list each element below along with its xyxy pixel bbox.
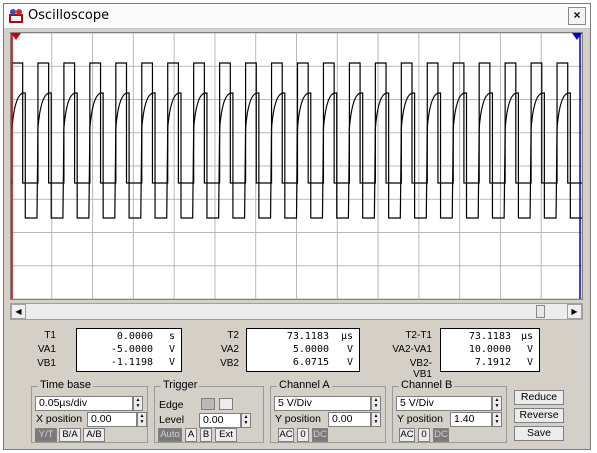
va2-label: VA2	[220, 344, 239, 355]
channel-a-ypos-spinner[interactable]: ▲ ▼	[371, 412, 381, 427]
vb2-unit: V	[346, 357, 353, 368]
save-button[interactable]: Save	[514, 426, 564, 441]
timebase-title: Time base	[38, 379, 93, 391]
trigger-a-button[interactable]: A	[185, 428, 197, 442]
mode-yt-button[interactable]: Y/T	[35, 428, 57, 442]
channel-b-scale-field[interactable]: 5 V/Div	[396, 396, 492, 411]
va1-label: VA1	[37, 344, 56, 355]
diff-va-unit: V	[526, 344, 533, 355]
falling-edge-icon[interactable]	[219, 398, 233, 410]
timebase-field[interactable]: 0.05µs/div	[35, 396, 133, 411]
diff-value-box: 73.1183 µs 10.0000 V 7.1912 V	[440, 328, 540, 372]
channel-b-ypos-label: Y position	[397, 413, 443, 425]
reduce-button[interactable]: Reduce	[514, 390, 564, 405]
waveform-display	[10, 32, 583, 300]
level-label: Level	[159, 414, 185, 426]
scope-screen[interactable]	[10, 32, 583, 300]
mode-ab-button[interactable]: A/B	[83, 428, 105, 442]
horizontal-scrollbar[interactable]: ◀ ▶	[10, 303, 583, 320]
vb1-label: VB1	[37, 358, 56, 369]
readout-t2: T2 VA2 VB2 73.1183 µs 5.0000 V 6.0715 V	[204, 328, 374, 376]
vb2-label: VB2	[220, 358, 239, 369]
window-title: Oscilloscope	[28, 8, 110, 23]
diff-va-value: 10.0000	[468, 344, 511, 355]
channel-a-title: Channel A	[277, 379, 332, 391]
va2-unit: V	[346, 344, 353, 355]
oscilloscope-window: Oscilloscope × ◀ ▶ T1 VA1 VB1 0.0000 s -…	[3, 3, 591, 450]
va1-value: -5.0000	[110, 344, 153, 355]
vb1-unit: V	[168, 357, 175, 368]
t2-value: 73.1183	[286, 331, 329, 342]
channel-b-title: Channel B	[399, 379, 455, 391]
channel-b-ac-button[interactable]: AC	[399, 428, 415, 442]
edge-label: Edge	[159, 399, 184, 411]
channel-b-group: Channel B 5 V/Div ▲ ▼ Y position 1.40 ▲ ▼ …	[392, 379, 507, 443]
channel-a-zero-button[interactable]: 0	[297, 428, 309, 442]
level-field[interactable]: 0.00	[199, 413, 241, 428]
close-button[interactable]: ×	[568, 7, 586, 25]
va1-unit: V	[168, 344, 175, 355]
timebase-spinner[interactable]: ▲ ▼	[133, 396, 143, 411]
scroll-right-button[interactable]: ▶	[567, 304, 582, 319]
va2-value: 5.0000	[292, 344, 329, 355]
diff-t-label: T2-T1	[405, 330, 432, 341]
vb1-value: -1.1198	[110, 357, 153, 368]
trigger-b-button[interactable]: B	[200, 428, 212, 442]
oscilloscope-app-icon	[9, 9, 23, 23]
t1-unit: s	[168, 331, 175, 342]
channel-b-zero-button[interactable]: 0	[418, 428, 430, 442]
channel-a-ypos-label: Y position	[275, 413, 321, 425]
diff-va-label: VA2-VA1	[392, 344, 432, 355]
diff-t-value: 73.1183	[468, 331, 511, 342]
channel-a-group: Channel A 5 V/Div ▲ ▼ Y position 0.00 ▲ ▼ …	[270, 379, 386, 443]
trigger-auto-button[interactable]: Auto	[158, 428, 182, 442]
xpos-spinner[interactable]: ▲ ▼	[137, 412, 147, 427]
channel-a-ac-button[interactable]: AC	[278, 428, 294, 442]
diff-vb-label: VB2-VB1	[409, 358, 432, 380]
channel-a-dc-button[interactable]: DC	[312, 428, 328, 442]
diff-vb-unit: V	[526, 357, 533, 368]
reverse-button[interactable]: Reverse	[514, 408, 564, 423]
scroll-thumb[interactable]	[536, 305, 545, 318]
mode-ba-button[interactable]: B/A	[59, 428, 81, 442]
scroll-left-button[interactable]: ◀	[11, 304, 26, 319]
channel-b-ypos-spinner[interactable]: ▲ ▼	[492, 412, 502, 427]
channel-a-scale-spinner[interactable]: ▲ ▼	[371, 396, 381, 411]
t2-label: T2	[227, 330, 239, 341]
t2-value-box: 73.1183 µs 5.0000 V 6.0715 V	[246, 328, 360, 372]
timebase-group: Time base 0.05µs/div ▲ ▼ X position 0.00 …	[31, 379, 148, 443]
t1-label: T1	[44, 330, 56, 341]
t1-value: 0.0000	[116, 331, 153, 342]
t2-unit: µs	[340, 331, 353, 342]
trigger-ext-button[interactable]: Ext	[215, 428, 237, 442]
channel-b-dc-button[interactable]: DC	[433, 428, 449, 442]
readout-diff: T2-T1 VA2-VA1 VB2-VB1 73.1183 µs 10.0000…	[374, 328, 544, 380]
xpos-label: X position	[36, 413, 83, 425]
title-bar[interactable]: Oscilloscope ×	[4, 4, 590, 29]
level-spinner[interactable]: ▲ ▼	[241, 413, 251, 428]
readout-t1: T1 VA1 VB1 0.0000 s -5.0000 V -1.1198 V	[24, 328, 184, 376]
xpos-field[interactable]: 0.00	[87, 412, 137, 427]
vb2-value: 6.0715	[292, 357, 329, 368]
diff-t-unit: µs	[520, 331, 533, 342]
trigger-group: Trigger Edge Level 0.00 ▲ ▼ Auto A B Ext	[154, 379, 264, 443]
diff-vb-value: 7.1912	[474, 357, 511, 368]
rising-edge-icon[interactable]	[201, 398, 215, 410]
channel-b-scale-spinner[interactable]: ▲ ▼	[492, 396, 502, 411]
channel-b-ypos-field[interactable]: 1.40	[450, 412, 492, 427]
t1-value-box: 0.0000 s -5.0000 V -1.1198 V	[76, 328, 182, 372]
channel-a-scale-field[interactable]: 5 V/Div	[274, 396, 371, 411]
trigger-title: Trigger	[161, 379, 200, 391]
channel-a-ypos-field[interactable]: 0.00	[328, 412, 371, 427]
